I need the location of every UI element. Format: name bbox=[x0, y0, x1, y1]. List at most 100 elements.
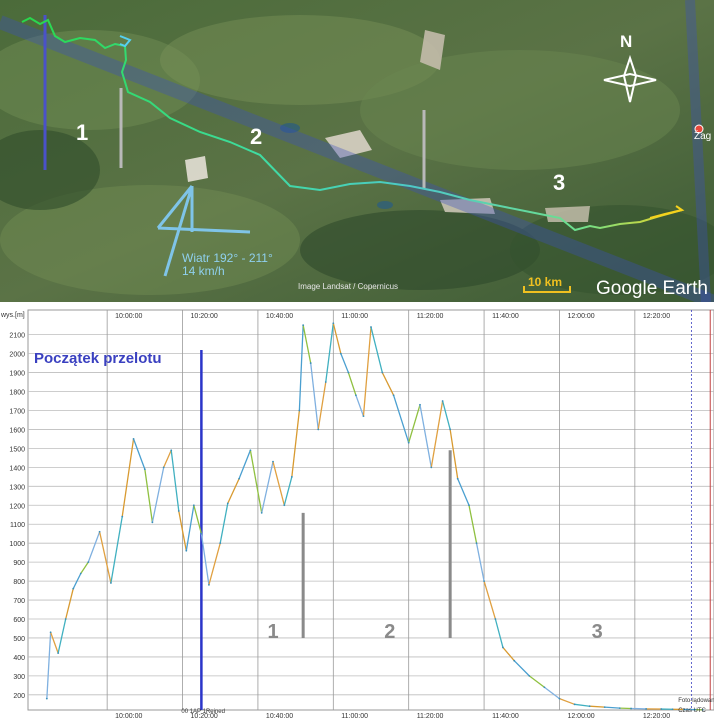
plot-area bbox=[28, 310, 714, 710]
map-canvas bbox=[0, 0, 714, 302]
altitude-point bbox=[370, 326, 372, 328]
altitude-point bbox=[457, 478, 459, 480]
start-annotation: Początek przelotu bbox=[34, 350, 162, 367]
lake bbox=[377, 201, 393, 209]
altitude-point bbox=[589, 705, 591, 707]
y-tick-label: 700 bbox=[13, 598, 25, 605]
y-tick-label: 300 bbox=[13, 674, 25, 681]
x-tick-label-top: 10:20:00 bbox=[191, 313, 218, 320]
altitude-point bbox=[272, 461, 274, 463]
altitude-point bbox=[574, 703, 576, 705]
altitude-point bbox=[559, 698, 561, 700]
altitude-point bbox=[513, 660, 515, 662]
altitude-point bbox=[543, 686, 545, 688]
x-tick-label-top: 12:00:00 bbox=[567, 313, 594, 320]
x-tick-label-top: 11:00:00 bbox=[341, 313, 368, 320]
altitude-point bbox=[630, 708, 632, 710]
y-tick-label: 500 bbox=[13, 636, 25, 643]
altitude-point bbox=[442, 400, 444, 402]
altitude-point bbox=[193, 504, 195, 506]
chart-segment-label: 1 bbox=[267, 621, 278, 643]
quarry-area bbox=[545, 206, 590, 222]
altitude-point bbox=[325, 381, 327, 383]
x-tick-label-top: 11:40:00 bbox=[492, 313, 519, 320]
y-tick-label: 1200 bbox=[9, 503, 25, 510]
altitude-point bbox=[528, 675, 530, 677]
altitude-point bbox=[50, 631, 52, 633]
altitude-chart[interactable]: 2003004005006007008009001000110012001300… bbox=[0, 302, 714, 720]
y-tick-label: 1800 bbox=[9, 390, 25, 397]
x-tick-label-bottom: 10:00:00 bbox=[115, 713, 142, 720]
y-tick-label: 2100 bbox=[9, 333, 25, 340]
wind-info: Wiatr 192° - 211° 14 km/h bbox=[182, 252, 273, 278]
altitude-point bbox=[249, 449, 251, 451]
x-tick-label-top: 12:20:00 bbox=[643, 313, 670, 320]
y-tick-label: 1300 bbox=[9, 484, 25, 491]
altitude-point bbox=[283, 504, 285, 506]
north-label: N bbox=[620, 32, 632, 52]
altitude-point bbox=[660, 708, 662, 710]
x-tick-label-bottom: 11:20:00 bbox=[417, 713, 444, 720]
altitude-point bbox=[604, 706, 606, 708]
x-tick-label-top: 11:20:00 bbox=[417, 313, 444, 320]
map-segment-2-label: 2 bbox=[250, 124, 262, 150]
time-axis-label: Czas UTC bbox=[678, 708, 706, 714]
y-tick-label: 1700 bbox=[9, 408, 25, 415]
wind-speed: 14 km/h bbox=[182, 265, 273, 278]
altitude-point bbox=[200, 533, 202, 535]
map-segment-1-label: 1 bbox=[76, 120, 88, 146]
map-satellite-view[interactable]: N 1 2 3 Wiatr 192° - 211° 14 km/h Image … bbox=[0, 0, 714, 302]
altitude-point bbox=[208, 584, 210, 586]
altitude-point bbox=[133, 438, 135, 440]
altitude-point bbox=[72, 588, 74, 590]
x-tick-label-bottom: 10:40:00 bbox=[266, 713, 293, 720]
altitude-point bbox=[99, 531, 101, 533]
altitude-point bbox=[449, 429, 451, 431]
altitude-point bbox=[227, 502, 229, 504]
altitude-point bbox=[80, 573, 82, 575]
map-segment-3-label: 3 bbox=[553, 170, 565, 196]
altitude-point bbox=[363, 415, 365, 417]
chart-segment-label: 3 bbox=[592, 621, 603, 643]
place-label: Żag bbox=[694, 131, 711, 142]
scale-label: 10 km bbox=[528, 275, 562, 289]
altitude-point bbox=[347, 372, 349, 374]
y-tick-label: 800 bbox=[13, 579, 25, 586]
altitude-point bbox=[57, 652, 59, 654]
y-axis-label: wys.[m] bbox=[0, 312, 25, 319]
x-tick-label-bottom: 12:20:00 bbox=[643, 713, 670, 720]
altitude-point bbox=[46, 698, 48, 700]
altitude-point bbox=[381, 372, 383, 374]
altitude-point bbox=[261, 512, 263, 514]
altitude-point bbox=[185, 550, 187, 552]
altitude-point bbox=[393, 394, 395, 396]
y-tick-label: 1100 bbox=[10, 522, 25, 529]
altitude-point bbox=[151, 521, 153, 523]
altitude-point bbox=[619, 707, 621, 709]
altitude-point bbox=[170, 449, 172, 451]
chart-segment-label: 2 bbox=[384, 621, 395, 643]
y-tick-label: 900 bbox=[13, 560, 25, 567]
y-tick-label: 600 bbox=[13, 617, 25, 624]
altitude-point bbox=[238, 478, 240, 480]
altitude-point bbox=[332, 322, 334, 324]
altitude-point bbox=[340, 353, 342, 355]
x-tick-label-bottom: 11:00:00 bbox=[341, 713, 368, 720]
y-tick-label: 1000 bbox=[9, 541, 25, 548]
x-tick-label-top: 10:40:00 bbox=[266, 313, 293, 320]
altitude-point bbox=[430, 466, 432, 468]
altitude-point bbox=[144, 468, 146, 470]
altitude-point bbox=[502, 647, 504, 649]
altitude-chart-svg: 2003004005006007008009001000110012001300… bbox=[0, 302, 714, 720]
altitude-point bbox=[408, 442, 410, 444]
altitude-point bbox=[121, 516, 123, 518]
altitude-point bbox=[310, 362, 312, 364]
altitude-point bbox=[178, 510, 180, 512]
altitude-point bbox=[468, 504, 470, 506]
turnpoint-label: 00 1AP 1Reined bbox=[181, 709, 225, 715]
altitude-point bbox=[291, 476, 293, 478]
field-patch bbox=[360, 50, 680, 170]
altitude-point bbox=[645, 708, 647, 710]
altitude-point bbox=[419, 404, 421, 406]
x-tick-label-bottom: 11:40:00 bbox=[492, 713, 519, 720]
